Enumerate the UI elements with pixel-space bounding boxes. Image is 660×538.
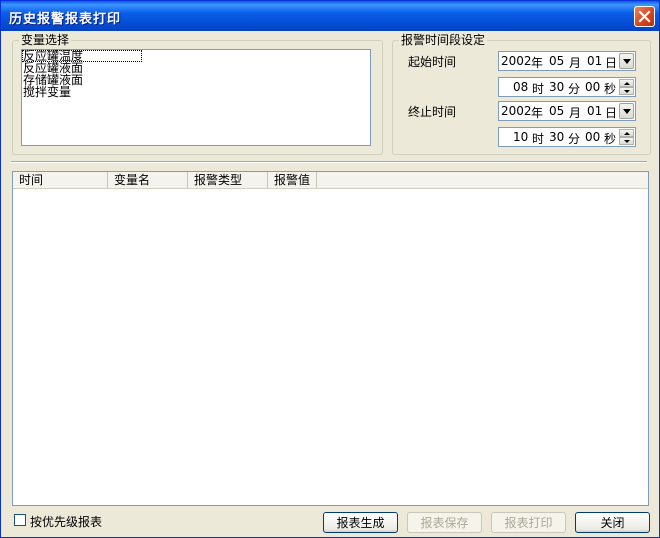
start-hour-unit: 时 <box>532 82 545 96</box>
alarm-time-group: 报警时间段设定 起始时间 2002 年 05 月 01 日 08 时 30 分 … <box>392 33 651 155</box>
chevron-down-icon <box>624 90 630 93</box>
start-time-picker[interactable]: 08 时 30 分 00 秒 <box>498 77 636 97</box>
end-time-picker[interactable]: 10 时 30 分 00 秒 <box>498 127 636 147</box>
spin-up-button[interactable] <box>619 129 634 137</box>
end-date-picker[interactable]: 2002 年 05 月 01 日 <box>498 101 636 121</box>
end-second-unit: 秒 <box>604 132 617 146</box>
spin-up-button[interactable] <box>619 79 634 87</box>
close-icon <box>638 10 651 23</box>
end-hour[interactable]: 10 <box>513 130 528 144</box>
end-date-dropdown-button[interactable] <box>619 103 634 119</box>
priority-checkbox-label[interactable]: 按优先级报表 <box>30 513 102 530</box>
column-header-alarm-type[interactable]: 报警类型 <box>188 172 268 188</box>
chevron-up-icon <box>624 132 630 135</box>
end-month[interactable]: 05 <box>549 104 564 118</box>
end-minute[interactable]: 30 <box>549 130 564 144</box>
start-month[interactable]: 05 <box>549 54 564 68</box>
start-second[interactable]: 00 <box>585 80 600 94</box>
start-second-unit: 秒 <box>604 82 617 96</box>
end-second[interactable]: 00 <box>585 130 600 144</box>
title-bar[interactable]: 历史报警报表打印 <box>1 1 659 31</box>
spin-down-button[interactable] <box>619 87 634 95</box>
start-day[interactable]: 01 <box>587 54 602 68</box>
close-button[interactable]: 关闭 <box>575 512 650 533</box>
end-month-unit: 月 <box>569 106 582 120</box>
spin-down-button[interactable] <box>619 137 634 145</box>
start-date-picker[interactable]: 2002 年 05 月 01 日 <box>498 51 636 71</box>
start-time-label: 起始时间 <box>408 55 457 69</box>
variable-select-group: 变量选择 反应罐温度 反应罐液面 存储罐液面 搅拌变量 <box>12 33 383 155</box>
end-minute-unit: 分 <box>568 132 581 146</box>
chevron-down-icon <box>624 140 630 143</box>
save-report-button[interactable]: 报表保存 <box>407 512 482 533</box>
generate-report-button[interactable]: 报表生成 <box>323 512 398 533</box>
column-header-alarm-value[interactable]: 报警值 <box>268 172 317 188</box>
list-item[interactable]: 搅拌变量 <box>22 86 370 98</box>
start-minute-unit: 分 <box>568 82 581 96</box>
chevron-down-icon <box>623 109 631 114</box>
variable-listbox[interactable]: 反应罐温度 反应罐液面 存储罐液面 搅拌变量 <box>21 49 371 146</box>
column-header-variable[interactable]: 变量名 <box>108 172 188 188</box>
end-time-label: 终止时间 <box>408 105 457 119</box>
start-month-unit: 月 <box>569 56 582 70</box>
divider <box>11 161 647 163</box>
start-hour[interactable]: 08 <box>513 80 528 94</box>
start-minute[interactable]: 30 <box>549 80 564 94</box>
end-day[interactable]: 01 <box>587 104 602 118</box>
end-year[interactable]: 2002 <box>501 104 532 118</box>
start-day-unit: 日 <box>605 56 618 70</box>
alarm-listview[interactable]: 时间 变量名 报警类型 报警值 <box>12 171 649 506</box>
close-window-button[interactable] <box>634 6 655 27</box>
priority-checkbox[interactable] <box>14 514 26 526</box>
list-item[interactable]: 存储罐液面 <box>22 74 370 86</box>
window-title: 历史报警报表打印 <box>9 12 122 27</box>
column-header-time[interactable]: 时间 <box>13 172 108 188</box>
start-date-dropdown-button[interactable] <box>619 53 634 69</box>
end-year-unit: 年 <box>531 106 544 120</box>
end-day-unit: 日 <box>605 106 618 120</box>
chevron-up-icon <box>624 82 630 85</box>
print-report-button[interactable]: 报表打印 <box>491 512 566 533</box>
start-year[interactable]: 2002 <box>501 54 532 68</box>
end-hour-unit: 时 <box>532 132 545 146</box>
listview-header: 时间 变量名 报警类型 报警值 <box>13 172 648 189</box>
start-year-unit: 年 <box>531 56 544 70</box>
chevron-down-icon <box>623 59 631 64</box>
end-time-spinner[interactable] <box>619 129 634 145</box>
time-group-legend: 报警时间段设定 <box>399 33 488 47</box>
variable-group-legend: 变量选择 <box>19 33 72 47</box>
dialog-window: 历史报警报表打印 变量选择 反应罐温度 反应罐液面 存储罐液面 搅拌变量 报警时… <box>0 0 660 538</box>
start-time-spinner[interactable] <box>619 79 634 95</box>
